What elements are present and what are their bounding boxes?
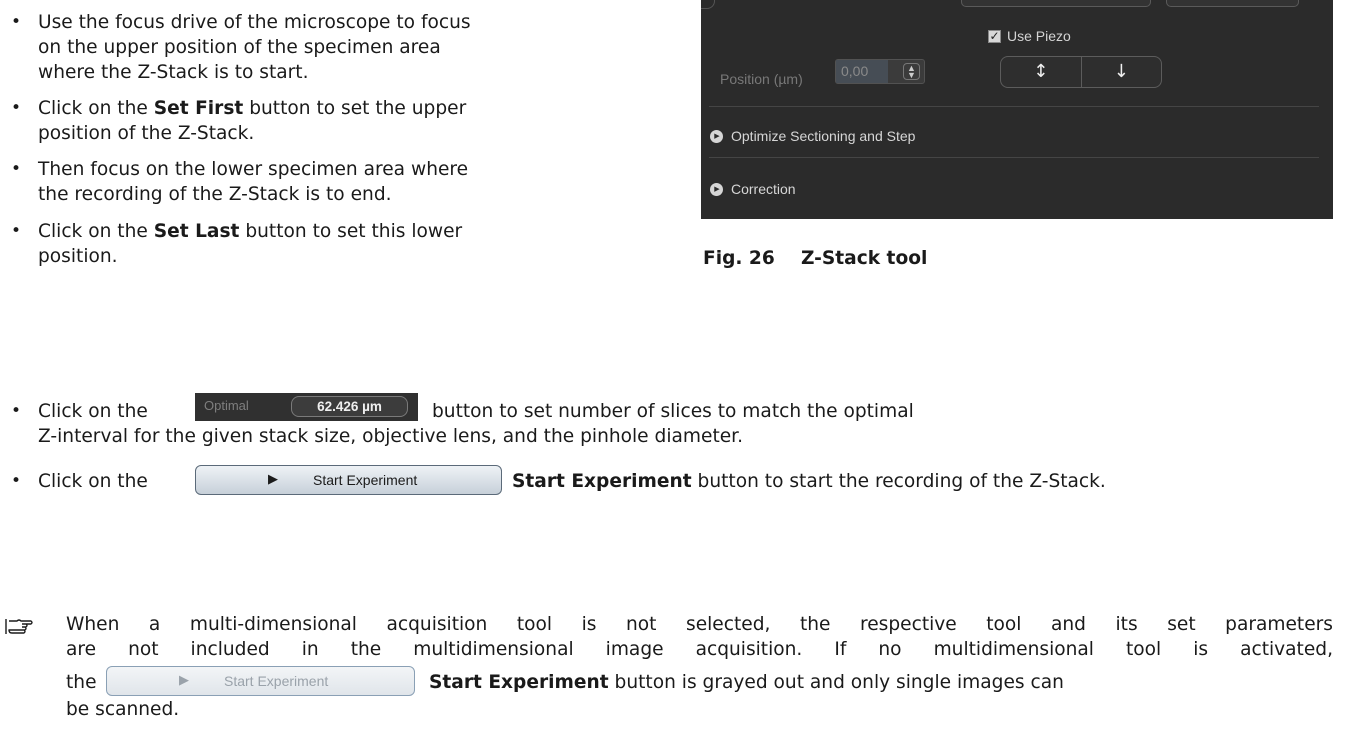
bullet-dot: • [10, 12, 22, 32]
use-piezo-checkbox[interactable]: ✓ Use Piezo [988, 24, 1071, 49]
play-triangle-icon: ▶ [179, 673, 189, 688]
position-value[interactable]: 0,00 [836, 60, 888, 83]
section-label: Correction [731, 181, 796, 197]
position-stepper[interactable]: 0,00 ▲ ▼ [835, 59, 925, 84]
bullet-dot: • [10, 159, 22, 179]
note-text: are not included in the multidimensional… [66, 639, 1333, 660]
set-first-label: Set First [153, 98, 244, 119]
position-label: Position (µm) [720, 71, 803, 87]
down-arrow-icon[interactable]: ↓ [1080, 57, 1162, 87]
divider [709, 106, 1319, 107]
checkmark-icon: ✓ [988, 29, 1001, 43]
bullet-text: where the Z-Stack is to start. [38, 62, 309, 83]
bullet-dot: • [10, 471, 22, 491]
bullet-text: on the upper position of the specimen ar… [38, 37, 441, 58]
panel-top-field [1166, 0, 1299, 7]
pointing-hand-icon [5, 619, 33, 634]
note-text: When a multi-dimensional acquisition too… [66, 614, 1333, 635]
figure-title: Z-Stack tool [801, 248, 928, 269]
expand-circle-icon: ▶ [710, 183, 723, 196]
bullet-dot: • [10, 98, 22, 118]
bullet-text: Then focus on the lower specimen area wh… [38, 159, 469, 180]
start-experiment-button[interactable]: ▶ Start Experiment [195, 465, 502, 495]
section-optimize-sectioning[interactable]: ▶ Optimize Sectioning and Step [710, 124, 915, 149]
optimal-button[interactable]: Optimal 62.426 µm [195, 393, 418, 421]
panel-top-knob [701, 0, 715, 9]
figure-caption: Fig. 26 Z-Stack tool [703, 246, 927, 271]
optimal-value[interactable]: 62.426 µm [291, 396, 408, 417]
set-last-label: Set Last [153, 221, 240, 242]
play-triangle-icon: ▶ [268, 472, 278, 487]
bullet-text: the recording of the Z-Stack is to end. [38, 184, 392, 205]
bullet-text: position of the Z-Stack. [38, 123, 255, 144]
figure-number: Fig. 26 [703, 248, 775, 269]
section-label: Optimize Sectioning and Step [731, 128, 916, 144]
move-buttons: ↕ ↓ [1000, 56, 1162, 88]
start-experiment-button-disabled: ▶ Start Experiment [106, 666, 415, 696]
bullet-dot: • [10, 221, 22, 241]
bullet-dot: • [10, 401, 22, 421]
section-correction[interactable]: ▶ Correction [710, 177, 796, 202]
note-text: be scanned. [66, 699, 180, 720]
panel-top-field [961, 0, 1151, 7]
expand-circle-icon: ▶ [710, 130, 723, 143]
optimal-label: Optimal [204, 398, 249, 413]
bullet-text: Use the focus drive of the microscope to… [38, 12, 471, 33]
up-down-arrow-icon[interactable]: ↕ [1001, 57, 1081, 87]
bullet-text: position. [38, 246, 118, 267]
spin-arrows-icon[interactable]: ▲ ▼ [903, 63, 920, 80]
z-stack-panel: ✓ Use Piezo Position (µm) 0,00 ▲ ▼ ↕ ↓ ▶ … [701, 0, 1333, 219]
divider [709, 157, 1319, 158]
use-piezo-label: Use Piezo [1007, 28, 1071, 44]
